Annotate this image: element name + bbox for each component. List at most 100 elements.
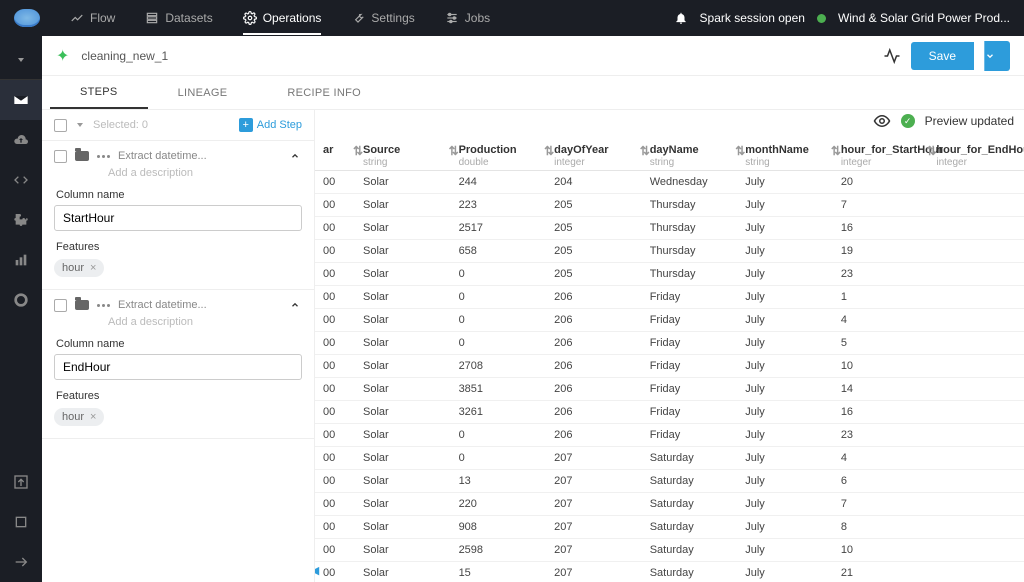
features-label: Features bbox=[56, 241, 302, 253]
table-cell: 5 bbox=[833, 332, 929, 355]
rail-stop[interactable] bbox=[0, 502, 42, 542]
table-row[interactable]: 00Solar658205ThursdayJuly19 bbox=[315, 240, 1024, 263]
chevron-down-icon bbox=[18, 58, 24, 62]
table-row[interactable]: 00Solar0206FridayJuly5 bbox=[315, 332, 1024, 355]
table-row[interactable]: 00Solar0205ThursdayJuly23 bbox=[315, 263, 1024, 286]
table-cell: Solar bbox=[355, 217, 451, 240]
save-dropdown-button[interactable] bbox=[984, 41, 1010, 71]
sort-icon[interactable]: ⇅ bbox=[735, 144, 745, 158]
table-row[interactable]: 00Solar0206FridayJuly4 bbox=[315, 309, 1024, 332]
nav-datasets[interactable]: Datasets bbox=[145, 11, 212, 25]
column-name: Production bbox=[459, 144, 517, 156]
column-name-input[interactable] bbox=[54, 354, 302, 380]
tab-lineage[interactable]: LINEAGE bbox=[148, 76, 258, 109]
table-row[interactable]: 00Solar15207SaturdayJuly21 bbox=[315, 562, 1024, 582]
table-row[interactable]: 00Solar0207SaturdayJuly4 bbox=[315, 447, 1024, 470]
chip-remove-icon[interactable]: × bbox=[90, 411, 96, 423]
sort-icon[interactable]: ⇅ bbox=[831, 144, 841, 158]
feature-chip[interactable]: hour× bbox=[54, 259, 104, 277]
chevron-down-icon[interactable] bbox=[77, 123, 83, 127]
column-name-input[interactable] bbox=[54, 205, 302, 231]
table-cell: Friday bbox=[642, 424, 738, 447]
project-name[interactable]: Wind & Solar Grid Power Prod... bbox=[838, 11, 1010, 25]
column-header[interactable]: ⇅hour_for_StartHourinteger bbox=[833, 138, 929, 171]
table-row[interactable]: 00Solar2598207SaturdayJuly10 bbox=[315, 539, 1024, 562]
puzzle-icon bbox=[13, 212, 29, 228]
step-card-1: Extract datetime... Add a description Co… bbox=[42, 141, 314, 290]
table-cell: Saturday bbox=[642, 493, 738, 516]
rail-settings[interactable] bbox=[0, 280, 42, 320]
tab-recipe-info[interactable]: RECIPE INFO bbox=[257, 76, 391, 109]
table-cell: Saturday bbox=[642, 470, 738, 493]
add-step-button[interactable]: + Add Step bbox=[239, 118, 302, 132]
table-cell: 00 bbox=[315, 493, 355, 516]
sort-icon[interactable]: ⇅ bbox=[449, 144, 459, 158]
table-cell: Friday bbox=[642, 378, 738, 401]
visibility-toggle[interactable] bbox=[873, 112, 891, 130]
table-cell: Solar bbox=[355, 378, 451, 401]
select-all-checkbox[interactable] bbox=[54, 119, 67, 132]
save-button[interactable]: Save bbox=[911, 42, 974, 70]
step-title: Extract datetime... bbox=[118, 150, 207, 162]
column-header[interactable]: ⇅dayOfYearinteger bbox=[546, 138, 642, 171]
table-cell: July bbox=[737, 263, 833, 286]
nav-jobs[interactable]: Jobs bbox=[445, 11, 490, 25]
activity-icon[interactable] bbox=[883, 47, 901, 65]
table-cell: 207 bbox=[546, 562, 642, 582]
table-cell: 205 bbox=[546, 240, 642, 263]
sort-icon[interactable]: ⇅ bbox=[544, 144, 554, 158]
table-row[interactable]: 00Solar13207SaturdayJuly6 bbox=[315, 470, 1024, 493]
drag-handle-icon[interactable] bbox=[97, 304, 110, 307]
nav-flow[interactable]: Flow bbox=[70, 11, 115, 25]
column-header[interactable]: ⇅monthNamestring bbox=[737, 138, 833, 171]
side-rail bbox=[0, 36, 42, 582]
table-cell bbox=[928, 240, 1024, 263]
column-header[interactable]: ⇅Sourcestring bbox=[355, 138, 451, 171]
table-row[interactable]: 00Solar2708206FridayJuly10 bbox=[315, 355, 1024, 378]
nav-operations[interactable]: Operations bbox=[243, 11, 322, 25]
table-row[interactable]: 00Solar0206FridayJuly23 bbox=[315, 424, 1024, 447]
step-checkbox[interactable] bbox=[54, 150, 67, 163]
collapse-panel-handle[interactable]: ◀ bbox=[315, 562, 320, 578]
rail-next[interactable] bbox=[0, 542, 42, 582]
step-description[interactable]: Add a description bbox=[108, 316, 302, 328]
sort-icon[interactable]: ⇅ bbox=[926, 144, 936, 158]
column-header[interactable]: ⇅hour_for_EndHourinteger bbox=[928, 138, 1024, 171]
sort-icon[interactable]: ⇅ bbox=[640, 144, 650, 158]
table-cell: 4 bbox=[833, 309, 929, 332]
collapse-step-button[interactable] bbox=[288, 298, 302, 312]
table-cell: Solar bbox=[355, 240, 451, 263]
chip-remove-icon[interactable]: × bbox=[90, 262, 96, 274]
collapse-step-button[interactable] bbox=[288, 149, 302, 163]
brand-logo[interactable] bbox=[14, 9, 40, 27]
table-cell: Thursday bbox=[642, 263, 738, 286]
column-header[interactable]: ar bbox=[315, 138, 355, 171]
table-row[interactable]: 00Solar908207SaturdayJuly8 bbox=[315, 516, 1024, 539]
table-row[interactable]: 00Solar3851206FridayJuly14 bbox=[315, 378, 1024, 401]
nav-settings[interactable]: Settings bbox=[351, 11, 414, 25]
rail-upload[interactable] bbox=[0, 120, 42, 160]
table-row[interactable]: 00Solar3261206FridayJuly16 bbox=[315, 401, 1024, 424]
sort-icon[interactable]: ⇅ bbox=[353, 144, 363, 158]
feature-chip[interactable]: hour× bbox=[54, 408, 104, 426]
drag-handle-icon[interactable] bbox=[97, 155, 110, 158]
rail-mail[interactable] bbox=[0, 80, 42, 120]
rail-puzzle[interactable] bbox=[0, 200, 42, 240]
rail-import[interactable] bbox=[0, 462, 42, 502]
table-cell: 205 bbox=[546, 194, 642, 217]
rail-dropdown[interactable] bbox=[0, 40, 42, 80]
table-row[interactable]: 00Solar223205ThursdayJuly7 bbox=[315, 194, 1024, 217]
bell-icon[interactable] bbox=[674, 11, 688, 25]
rail-chart[interactable] bbox=[0, 240, 42, 280]
tab-steps[interactable]: STEPS bbox=[50, 76, 148, 109]
step-checkbox[interactable] bbox=[54, 299, 67, 312]
step-description[interactable]: Add a description bbox=[108, 167, 302, 179]
column-name: ar bbox=[323, 144, 333, 156]
table-row[interactable]: 00Solar220207SaturdayJuly7 bbox=[315, 493, 1024, 516]
table-row[interactable]: 00Solar2517205ThursdayJuly16 bbox=[315, 217, 1024, 240]
table-row[interactable]: 00Solar244204WednesdayJuly20 bbox=[315, 171, 1024, 194]
column-header[interactable]: ⇅dayNamestring bbox=[642, 138, 738, 171]
table-row[interactable]: 00Solar0206FridayJuly1 bbox=[315, 286, 1024, 309]
rail-code[interactable] bbox=[0, 160, 42, 200]
column-header[interactable]: ⇅Productiondouble bbox=[451, 138, 547, 171]
